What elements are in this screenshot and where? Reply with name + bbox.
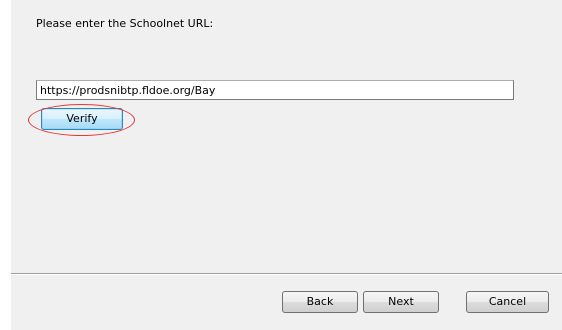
cancel-button[interactable]: Cancel [466,291,549,313]
verify-button[interactable]: Verify [41,108,123,130]
wizard-panel: Please enter the Schoolnet URL: Verify B… [11,0,562,330]
schoolnet-url-prompt: Please enter the Schoolnet URL: [36,17,214,30]
next-button[interactable]: Next [363,291,439,313]
back-button[interactable]: Back [282,291,358,313]
schoolnet-url-input[interactable] [36,80,514,100]
footer-divider [11,273,562,275]
